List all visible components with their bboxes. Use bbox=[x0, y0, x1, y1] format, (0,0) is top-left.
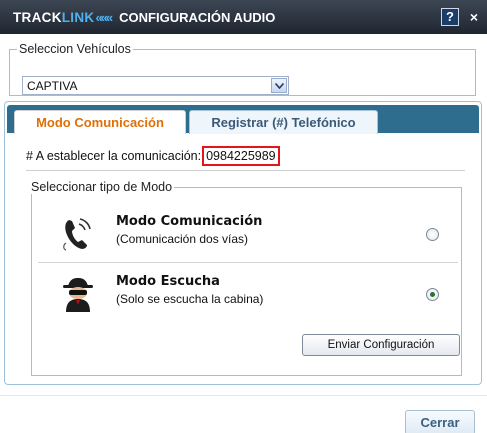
help-button[interactable]: ? bbox=[441, 8, 459, 26]
mode-legend: Seleccionar tipo de Modo bbox=[31, 180, 173, 194]
phone-number: 0984225989 bbox=[202, 146, 280, 166]
mode-subtitle: (Comunicación dos vías) bbox=[116, 232, 249, 246]
vehicle-fieldset: Seleccion Vehículos CAPTIVA bbox=[9, 42, 476, 96]
mode-fieldset: Seleccionar tipo de Modo Modo Comunicaci… bbox=[31, 180, 462, 376]
vehicle-select[interactable]: CAPTIVA bbox=[22, 76, 289, 95]
close-window-button[interactable]: × bbox=[467, 8, 481, 26]
mode-comunicacion-radio[interactable] bbox=[426, 228, 439, 241]
vehicle-selected-value: CAPTIVA bbox=[27, 78, 78, 93]
tab-modo-comunicacion[interactable]: Modo Comunicación bbox=[14, 110, 186, 134]
send-configuration-button[interactable]: Enviar Configuración bbox=[302, 334, 460, 356]
divider bbox=[26, 170, 465, 171]
tab-panel: Modo Comunicación Registrar (#) Telefóni… bbox=[4, 101, 482, 385]
spy-icon bbox=[60, 274, 96, 314]
vehicle-legend: Seleccion Vehículos bbox=[19, 42, 131, 56]
brand-track: TRACK bbox=[13, 9, 62, 25]
cerrar-button[interactable]: Cerrar bbox=[405, 410, 475, 433]
brand-chevrons: ««« bbox=[95, 9, 113, 25]
brand-logo: TRACK LINK ««« bbox=[13, 9, 113, 25]
phone-row: # A establecer la comunicación: 09842259… bbox=[26, 146, 280, 166]
tab-strip: Modo Comunicación Registrar (#) Telefóni… bbox=[7, 105, 479, 134]
phone-label: # A establecer la comunicación: bbox=[26, 149, 202, 163]
mode-title: Modo Comunicación bbox=[116, 214, 263, 229]
title-bar: TRACK LINK ««« CONFIGURACIÓN AUDIO ? × bbox=[0, 0, 487, 34]
chevron-down-icon[interactable] bbox=[271, 78, 287, 93]
mode-subtitle: (Solo se escucha la cabina) bbox=[116, 292, 264, 306]
mode-escucha-radio[interactable] bbox=[426, 288, 439, 301]
window-title: CONFIGURACIÓN AUDIO bbox=[119, 9, 276, 25]
brand-link: LINK bbox=[61, 9, 95, 25]
mode-title: Modo Escucha bbox=[116, 274, 220, 289]
mode-divider bbox=[38, 262, 458, 263]
footer-divider bbox=[0, 395, 487, 396]
mode-row-comunicacion[interactable]: Modo Comunicación (Comunicación dos vías… bbox=[38, 206, 458, 264]
phone-handset-icon bbox=[60, 214, 96, 254]
mode-row-escucha[interactable]: Modo Escucha (Solo se escucha la cabina) bbox=[38, 266, 458, 324]
tab-registrar-telefonico[interactable]: Registrar (#) Telefónico bbox=[189, 110, 378, 134]
